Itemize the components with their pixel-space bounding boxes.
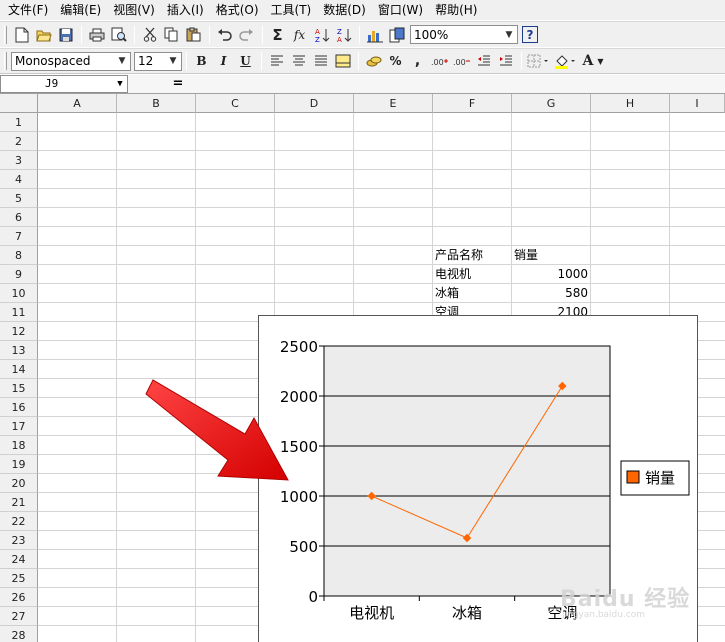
red-arrow-annotation [145, 379, 289, 481]
baidu-watermark-logo: Baidu 经验 jingyan.baidu.com [560, 575, 725, 625]
watermark-subtext: jingyan.baidu.com [562, 610, 646, 620]
watermark-text: Baidu 经验 [560, 587, 691, 612]
